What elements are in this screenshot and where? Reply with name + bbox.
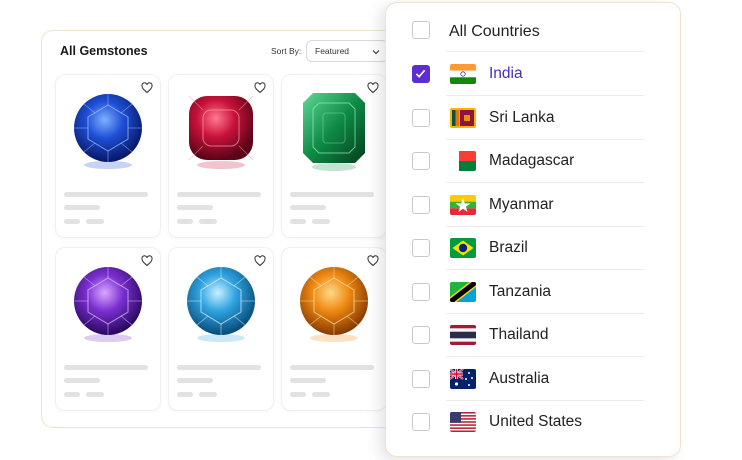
placeholder-line [177,392,193,397]
placeholder-line [177,365,261,370]
divider [446,269,644,270]
product-card[interactable] [55,247,161,411]
country-option-india[interactable]: India [386,53,680,96]
divider [446,95,644,96]
country-option-tanzania[interactable]: Tanzania [386,271,680,314]
placeholder-line [64,378,100,383]
india-flag-icon [450,64,476,84]
blue-sapphire-icon [74,94,142,169]
placeholder-line [199,392,217,397]
sort-select-value: Featured [315,46,350,56]
placeholder-line [64,192,148,197]
checkbox[interactable] [412,196,430,214]
catalog-title: All Gemstones [60,44,148,58]
placeholder-line [64,219,80,224]
placeholder-line [64,365,148,370]
product-card[interactable] [168,74,274,238]
placeholder-line [312,392,330,397]
placeholder-line [86,219,104,224]
country-name: United States [489,413,583,430]
australia-flag-icon [450,369,476,389]
checkbox[interactable] [412,152,430,170]
product-card[interactable] [55,74,161,238]
country-option-madagascar[interactable]: Madagascar [386,140,680,183]
placeholder-line [64,392,80,397]
blue-topaz-icon [187,267,255,342]
thailand-flag-icon [450,325,476,345]
checkbox[interactable] [412,283,430,301]
heart-icon[interactable] [367,82,379,94]
gemstone-catalog-panel: All Gemstones Sort By: Featured [41,30,401,428]
placeholder-line [312,219,330,224]
brazil-flag-icon [450,238,476,258]
checkbox[interactable] [412,109,430,127]
checkmark-icon [415,69,426,78]
product-card[interactable] [168,247,274,411]
placeholder-line [64,205,100,210]
checkbox[interactable] [412,326,430,344]
product-card[interactable] [281,247,387,411]
sort-select[interactable]: Featured [306,40,388,62]
placeholder-line [290,219,306,224]
country-option-brazil[interactable]: Brazil [386,227,680,270]
country-option-thailand[interactable]: Thailand [386,314,680,357]
country-name: Madagascar [489,152,575,169]
product-card[interactable] [281,74,387,238]
sort-by-label: Sort By: [271,46,302,56]
placeholder-line [290,392,306,397]
myanmar-flag-icon [450,195,476,215]
placeholder-line [290,365,374,370]
placeholder-line [290,378,326,383]
placeholder-line [290,205,326,210]
placeholder-line [177,219,193,224]
country-filter-panel: All Countries India Sri Lanka Madagascar [385,2,681,457]
placeholder-line [199,219,217,224]
placeholder-line [177,205,213,210]
tanzania-flag-icon [450,282,476,302]
united-states-flag-icon [450,412,476,432]
checkbox[interactable] [412,413,430,431]
ruby-icon [188,95,254,169]
checkbox[interactable] [412,370,430,388]
country-name: Tanzania [489,283,552,300]
checkbox[interactable] [412,239,430,257]
checkbox-checked[interactable] [412,65,430,83]
placeholder-line [290,192,374,197]
citrine-icon [300,267,368,342]
country-option-united-states[interactable]: United States [386,401,680,444]
country-option-myanmar[interactable]: Myanmar [386,184,680,227]
checkbox[interactable] [412,21,430,39]
madagascar-flag-icon [450,151,476,171]
country-name: Thailand [489,326,549,343]
country-name: India [489,65,523,82]
country-name: Sri Lanka [489,109,555,126]
all-countries-label: All Countries [449,23,540,40]
divider [446,182,644,183]
placeholder-line [177,378,213,383]
country-option-sri-lanka[interactable]: Sri Lanka [386,97,680,140]
divider [446,356,644,357]
emerald-icon [303,93,365,171]
placeholder-line [177,192,261,197]
amethyst-icon [74,267,142,342]
country-option-australia[interactable]: Australia [386,358,680,401]
country-option-all[interactable]: All Countries [386,9,680,52]
country-name: Brazil [489,239,528,256]
divider [446,51,644,52]
placeholder-line [86,392,104,397]
country-name: Myanmar [489,196,554,213]
sri-lanka-flag-icon [450,108,476,128]
country-name: Australia [489,370,550,387]
chevron-down-icon [372,50,380,55]
